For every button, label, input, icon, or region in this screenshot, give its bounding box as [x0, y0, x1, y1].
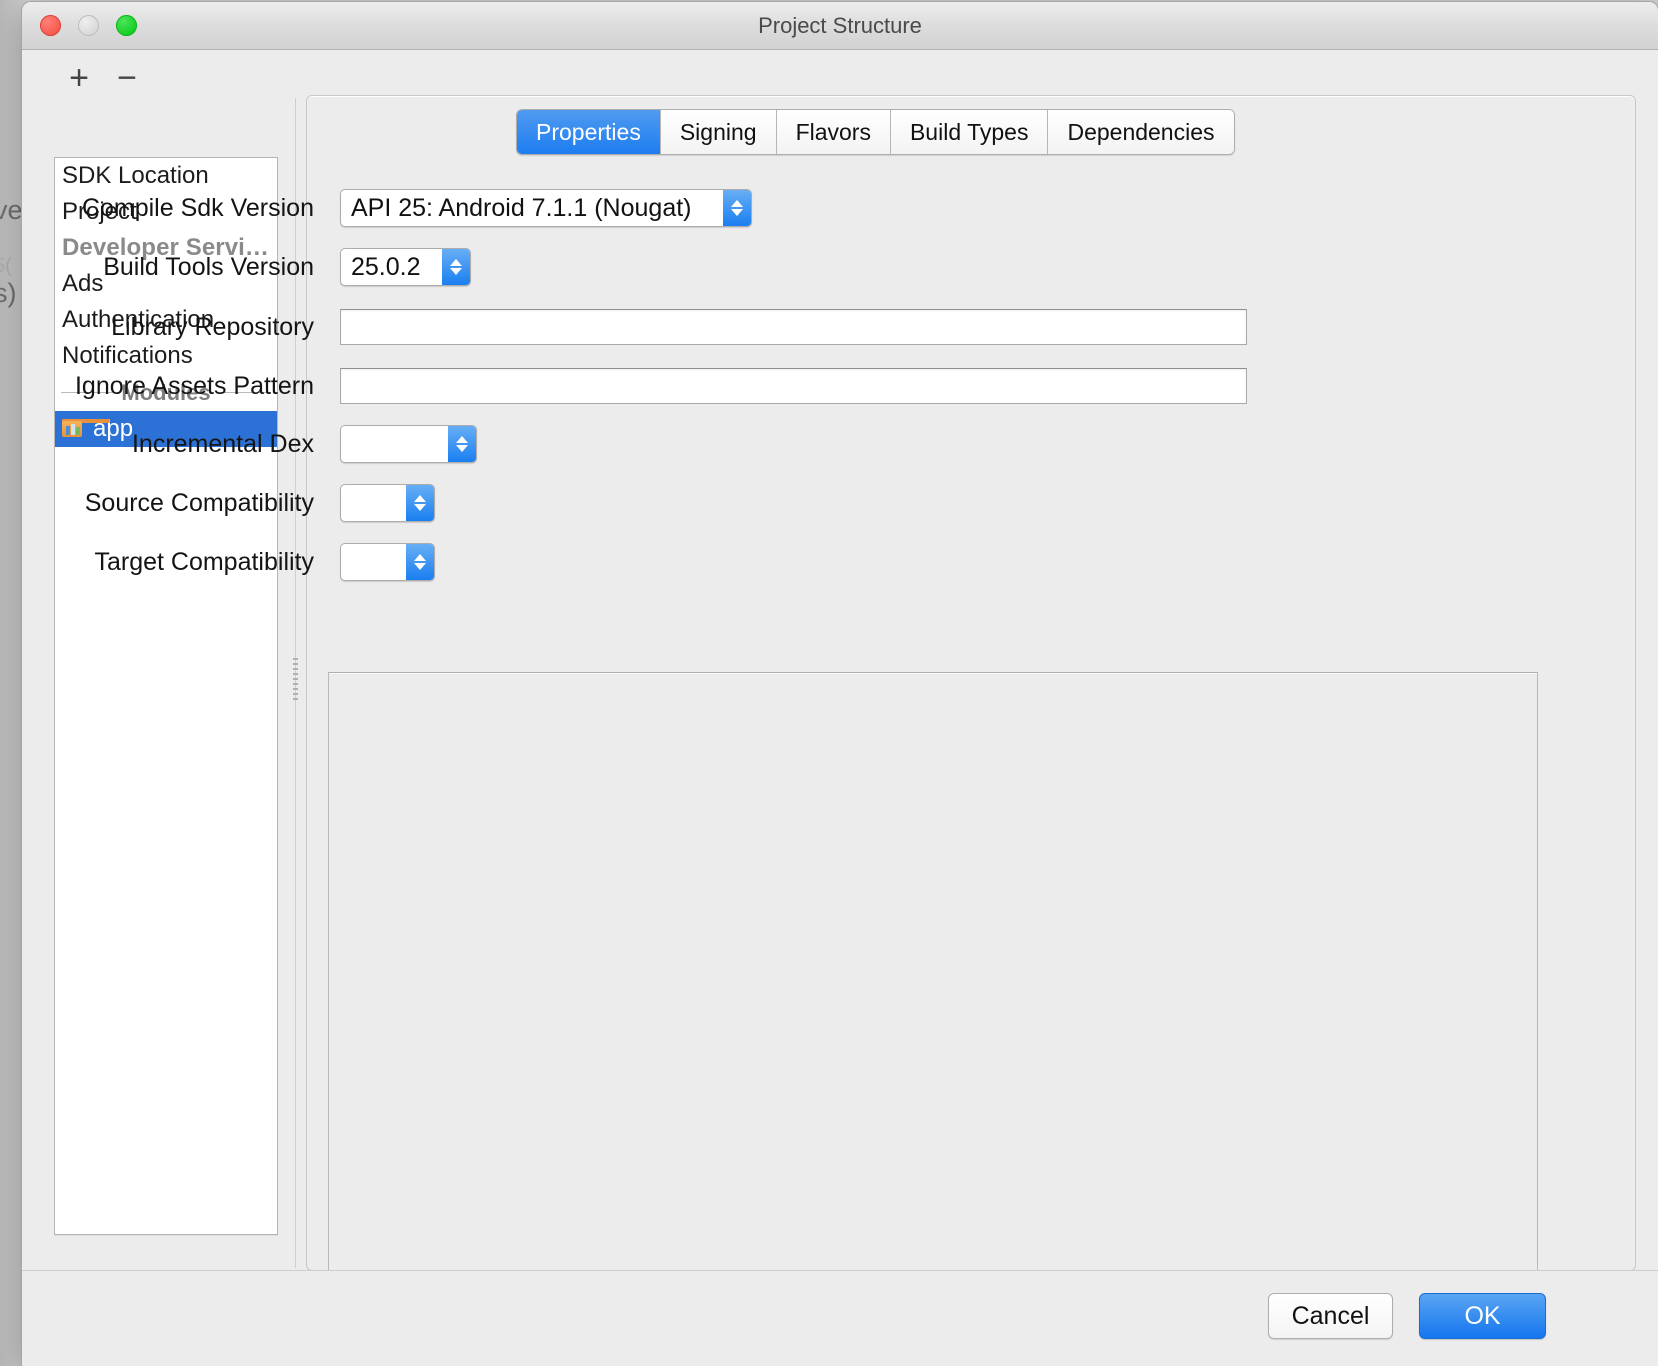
- target-compatibility-control[interactable]: [340, 543, 435, 581]
- incremental-dex-combo[interactable]: [340, 425, 477, 463]
- target-compatibility-label: Target Compatibility: [94, 547, 314, 576]
- target-compatibility-value: [341, 544, 406, 580]
- source-compatibility-control[interactable]: [340, 484, 435, 522]
- plus-icon: +: [69, 59, 89, 97]
- dialog-footer: Cancel OK: [22, 1270, 1658, 1366]
- compile-sdk-version-label: Compile Sdk Version: [81, 193, 314, 222]
- incremental-dex-control[interactable]: [340, 425, 477, 463]
- tab-bar: Properties Signing Flavors Build Types D…: [516, 109, 1235, 155]
- tab-signing[interactable]: Signing: [660, 110, 777, 154]
- background-text-fragment-2: 5(: [0, 255, 12, 277]
- remove-module-button[interactable]: −: [106, 58, 148, 98]
- incremental-dex-value: [341, 426, 448, 462]
- window-titlebar: Project Structure: [22, 2, 1658, 50]
- build-tools-version-label: Build Tools Version: [103, 252, 314, 281]
- build-tools-version-value: 25.0.2: [351, 252, 421, 281]
- field-row-incremental-dex: Incremental Dex: [52, 424, 1322, 464]
- library-repository-label: Library Repository: [111, 312, 314, 341]
- target-compatibility-stepper-icon[interactable]: [406, 544, 434, 580]
- field-row-ignore-assets-pattern: Ignore Assets Pattern: [52, 366, 1322, 406]
- compile-sdk-version-combo[interactable]: API 25: Android 7.1.1 (Nougat): [340, 189, 752, 227]
- field-row-target-compatibility: Target Compatibility: [52, 542, 1322, 582]
- ignore-assets-pattern-input[interactable]: [340, 368, 1247, 404]
- minus-icon: −: [117, 59, 137, 97]
- field-row-compile-sdk-version: Compile Sdk Version API 25: Android 7.1.…: [52, 188, 1322, 228]
- target-compatibility-combo[interactable]: [340, 543, 435, 581]
- sidebar-item-label: SDK Location: [62, 162, 209, 189]
- build-tools-version-combo[interactable]: 25.0.2: [340, 248, 471, 286]
- tab-properties[interactable]: Properties: [517, 110, 661, 154]
- add-module-button[interactable]: +: [58, 58, 100, 98]
- library-repository-input[interactable]: [340, 309, 1247, 345]
- source-compatibility-combo[interactable]: [340, 484, 435, 522]
- compile-sdk-version-value: API 25: Android 7.1.1 (Nougat): [351, 193, 692, 222]
- incremental-dex-label: Incremental Dex: [131, 429, 314, 458]
- source-compatibility-label: Source Compatibility: [84, 488, 314, 517]
- ignore-assets-pattern-label: Ignore Assets Pattern: [74, 371, 314, 400]
- sidebar: + − SDK Location Project Developer Servi…: [22, 50, 280, 1282]
- compile-sdk-version-control[interactable]: API 25: Android 7.1.1 (Nougat): [340, 189, 752, 227]
- build-tools-version-control[interactable]: 25.0.2: [340, 248, 471, 286]
- cancel-button[interactable]: Cancel: [1268, 1293, 1393, 1339]
- background-text-fragment-1: ve: [0, 195, 23, 225]
- splitter-grip-icon[interactable]: [293, 658, 298, 702]
- sidebar-toolbar: + −: [22, 58, 280, 106]
- background-text-fragment-3: s): [0, 278, 17, 308]
- field-row-source-compatibility: Source Compatibility: [52, 483, 1322, 523]
- tab-dependencies[interactable]: Dependencies: [1048, 110, 1234, 154]
- window-title: Project Structure: [758, 13, 922, 38]
- build-tools-version-stepper-icon[interactable]: [442, 249, 470, 285]
- field-row-library-repository: Library Repository: [52, 307, 1322, 347]
- tab-build-types[interactable]: Build Types: [890, 110, 1049, 154]
- source-compatibility-stepper-icon[interactable]: [406, 485, 434, 521]
- empty-details-panel: [328, 672, 1538, 1271]
- incremental-dex-stepper-icon[interactable]: [448, 426, 476, 462]
- ignore-assets-pattern-control[interactable]: [340, 368, 1247, 404]
- source-compatibility-value: [341, 485, 406, 521]
- field-row-build-tools-version: Build Tools Version 25.0.2: [52, 247, 1322, 287]
- compile-sdk-version-stepper-icon[interactable]: [723, 190, 751, 226]
- tab-flavors[interactable]: Flavors: [776, 110, 891, 154]
- ok-button[interactable]: OK: [1419, 1293, 1546, 1339]
- window-content: + − SDK Location Project Developer Servi…: [22, 50, 1658, 1366]
- library-repository-control[interactable]: [340, 309, 1247, 345]
- project-structure-window: Project Structure + − SDK Location Proje…: [22, 2, 1658, 1366]
